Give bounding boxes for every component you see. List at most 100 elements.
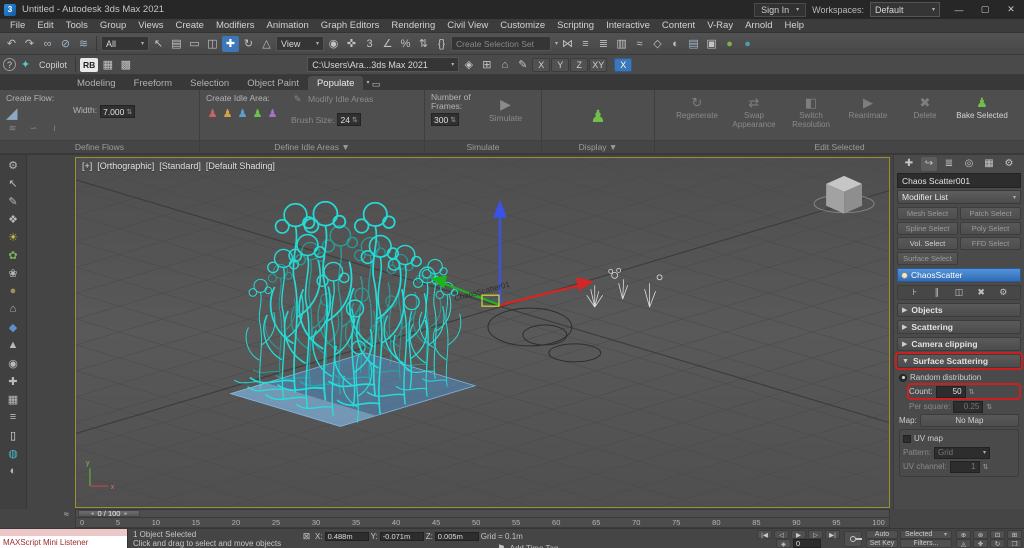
spline-select-button[interactable]: Spline Select xyxy=(897,222,958,235)
idle-person-icon-1[interactable]: ♟ xyxy=(206,107,219,120)
zoom-extents-all-icon[interactable]: ⊞ xyxy=(1007,530,1022,539)
layer-explorer-icon[interactable]: ≣ xyxy=(595,36,612,52)
menu-item[interactable]: Civil View xyxy=(441,20,494,31)
mirror-icon[interactable]: ⋈ xyxy=(559,36,576,52)
count-field[interactable]: 50 xyxy=(936,386,966,398)
define-flows-footer[interactable]: Define Flows xyxy=(0,140,199,153)
copilot-icon[interactable]: ✦ xyxy=(17,57,34,73)
working-pivot-icon[interactable]: ✎ xyxy=(514,57,531,73)
menu-item[interactable]: Graph Editors xyxy=(315,20,386,31)
percent-snap-icon[interactable]: % xyxy=(397,36,414,52)
visibility-bulb-icon[interactable] xyxy=(901,272,908,279)
menu-item[interactable]: Animation xyxy=(261,20,315,31)
delete-button[interactable]: ✖ Delete xyxy=(897,93,954,140)
switch-resolution-button[interactable]: ◧ Switch Resolution xyxy=(783,93,840,140)
menu-item[interactable]: Help xyxy=(779,20,811,31)
go-to-start-button[interactable]: |◀ xyxy=(757,530,772,539)
modify-tab-icon[interactable]: ↪ xyxy=(921,157,937,171)
selection-lock-icon[interactable]: ⊠ xyxy=(300,530,313,542)
track-bar[interactable]: 0510152025303540455055606570758085909510… xyxy=(75,518,890,528)
angle-snap-icon[interactable]: ∠ xyxy=(379,36,396,52)
define-idle-areas-footer[interactable]: Define Idle Areas ▼ xyxy=(200,140,424,153)
tab-object-paint[interactable]: Object Paint xyxy=(238,76,308,90)
sign-in-button[interactable]: Sign In ▾ xyxy=(754,3,806,17)
paint-objects-icon[interactable]: ✎ xyxy=(3,192,24,210)
reanimate-button[interactable]: ▶ Reanimate xyxy=(840,93,897,140)
utilities-tab-icon[interactable]: ⚙ xyxy=(1001,157,1017,171)
flow-preset-icon-2[interactable]: ∽ xyxy=(27,122,40,134)
measure-tool-icon[interactable]: ≡ xyxy=(3,408,24,426)
select-and-rotate-icon[interactable]: ↻ xyxy=(240,36,257,52)
zoom-extents-icon[interactable]: ⊡ xyxy=(990,530,1005,539)
shapes-category-icon[interactable]: ▲ xyxy=(3,336,24,354)
menu-item[interactable]: Scripting xyxy=(551,20,600,31)
menu-item[interactable]: Group xyxy=(94,20,132,31)
tab-modeling[interactable]: Modeling xyxy=(68,76,125,90)
viewport[interactable]: ChaosScatter01 y x [+] [Ort xyxy=(75,157,890,508)
number-of-frames-spinner[interactable]: 300 ⇅ xyxy=(431,113,459,126)
map-button[interactable]: No Map xyxy=(920,414,1019,427)
zoom-all-icon[interactable]: ⊛ xyxy=(973,530,988,539)
align-icon[interactable]: ≡ xyxy=(577,36,594,52)
vol-select-button[interactable]: Vol. Select xyxy=(897,237,958,250)
menu-item[interactable]: Modifiers xyxy=(210,20,261,31)
menu-item[interactable]: Customize xyxy=(494,20,551,31)
poly-select-button[interactable]: Poly Select xyxy=(960,222,1021,235)
idle-person-icon-2[interactable]: ♟ xyxy=(221,107,234,120)
maximize-viewport-icon[interactable]: ❒ xyxy=(1007,539,1022,548)
idle-person-icon-4[interactable]: ♟ xyxy=(251,107,264,120)
select-tool-icon[interactable]: ↖ xyxy=(3,174,24,192)
trees-category-icon[interactable]: ✿ xyxy=(3,246,24,264)
render-production-icon[interactable]: ● xyxy=(721,36,738,52)
render-setup-icon[interactable]: ▤ xyxy=(685,36,702,52)
lights-category-icon[interactable]: ☀ xyxy=(3,228,24,246)
materials-icon[interactable]: ◐ xyxy=(3,462,24,480)
axis-constraint-button[interactable]: XY xyxy=(589,58,607,72)
auto-key-button[interactable]: Auto xyxy=(866,530,898,539)
workspaces-select[interactable]: Default ▾ xyxy=(870,2,940,17)
current-frame-field[interactable]: 0 xyxy=(793,539,821,548)
render-vray-icon[interactable]: ● xyxy=(739,36,756,52)
select-and-scale-icon[interactable]: △ xyxy=(258,36,275,52)
rollout-scattering[interactable]: ▶ Scattering xyxy=(897,320,1021,334)
spinner-arrows-icon[interactable]: ⇅ xyxy=(126,108,132,116)
edit-named-selection-sets-icon[interactable]: {} xyxy=(433,36,450,52)
primitives-category-icon[interactable]: ◆ xyxy=(3,318,24,336)
key-filters-button[interactable]: Filters... xyxy=(900,539,952,548)
spinner-snap-icon[interactable]: ⇅ xyxy=(415,36,432,52)
set-keys-button[interactable] xyxy=(844,531,862,547)
macro-recorder-field[interactable] xyxy=(0,529,127,536)
selected-dropdown[interactable]: Selected ▾ xyxy=(900,530,952,539)
time-slider-track[interactable]: ◄ 0 / 100 ► xyxy=(75,509,890,518)
hierarchy-tab-icon[interactable]: ≣ xyxy=(941,157,957,171)
helpers-category-icon[interactable]: ✚ xyxy=(3,372,24,390)
swap-appearance-button[interactable]: ⇄ Swap Appearance xyxy=(726,93,783,140)
modifier-list-select[interactable]: Modifier List ▾ xyxy=(897,190,1021,204)
mini-listener-field[interactable]: MAXScript Mini Listener xyxy=(0,536,127,548)
material-editor-icon[interactable]: ◐ xyxy=(667,36,684,52)
close-button[interactable]: ✕ xyxy=(998,0,1024,19)
display-tab-icon[interactable]: ▦ xyxy=(981,157,997,171)
motion-tab-icon[interactable]: ◎ xyxy=(961,157,977,171)
simulate-icon[interactable]: ▶ xyxy=(497,95,514,113)
play-animation-button[interactable]: ▶ xyxy=(791,530,806,539)
previous-frame-button[interactable]: ◁ xyxy=(774,530,789,539)
grid-tool-icon[interactable]: ▦ xyxy=(3,390,24,408)
spinner-arrows-icon[interactable]: ⇅ xyxy=(352,116,358,124)
rendered-frame-window-icon[interactable]: ▣ xyxy=(703,36,720,52)
axis-constraint-button[interactable]: Z xyxy=(570,58,588,72)
next-frame-nub-icon[interactable]: ► xyxy=(123,511,128,517)
patch-select-button[interactable]: Patch Select xyxy=(960,207,1021,220)
object-name-field[interactable]: Chaos Scatter001 xyxy=(897,173,1021,188)
brush-size-spinner[interactable]: 24 ⇅ xyxy=(337,113,360,126)
pin-stack-icon[interactable]: ⊦ xyxy=(909,287,921,299)
snaps-toggle-icon[interactable]: 3 xyxy=(361,36,378,52)
random-distribution-radio[interactable] xyxy=(899,374,907,382)
help-icon[interactable]: ? xyxy=(3,58,16,71)
flow-preset-icon-1[interactable]: ≋ xyxy=(6,122,19,134)
mesh-select-button[interactable]: Mesh Select xyxy=(897,207,958,220)
menu-item[interactable]: V-Ray xyxy=(701,20,739,31)
next-frame-button[interactable]: ▷ xyxy=(808,530,823,539)
bind-to-space-warp-icon[interactable]: ≋ xyxy=(75,36,92,52)
redo-icon[interactable]: ↷ xyxy=(21,36,38,52)
